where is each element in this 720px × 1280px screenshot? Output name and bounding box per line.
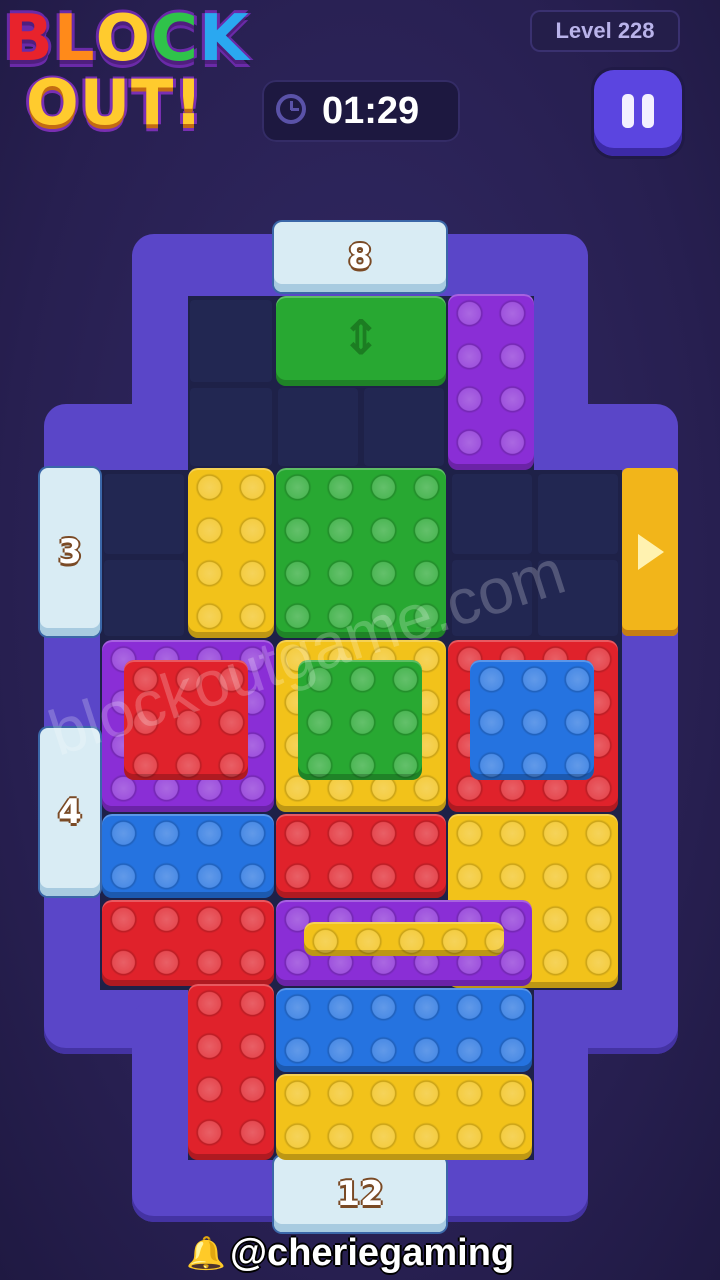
gate-bottom: 12: [274, 1156, 446, 1232]
purple-block[interactable]: [448, 294, 534, 470]
gate-count: 12: [336, 1174, 384, 1214]
blue-block[interactable]: [102, 814, 274, 898]
empty-cell: [364, 388, 444, 466]
gate-count: 4: [58, 792, 82, 832]
gate-count: 3: [58, 532, 82, 572]
yellow-block[interactable]: [188, 468, 274, 638]
empty-cell: [452, 474, 532, 554]
red-frame-block[interactable]: [448, 640, 618, 812]
gate-left-upper: 3: [40, 468, 100, 636]
bell-icon: 🔔: [186, 1234, 226, 1272]
blue-inner-block[interactable]: [470, 660, 594, 780]
credit-text: @cheriegaming: [230, 1232, 515, 1274]
empty-cell: [104, 474, 184, 554]
red-block[interactable]: [276, 814, 446, 898]
green-arrow-block[interactable]: ⇕: [276, 296, 446, 386]
empty-cell: [190, 300, 272, 382]
empty-cell: [104, 560, 184, 636]
yellow-inner-block[interactable]: [304, 922, 504, 956]
red-l-block[interactable]: [102, 900, 274, 986]
empty-cell: [278, 388, 358, 466]
red-l-block-stem[interactable]: [188, 984, 274, 1160]
gate-count: 8: [348, 237, 372, 277]
blue-long-block[interactable]: [276, 988, 532, 1072]
purple-frame-block[interactable]: [276, 900, 532, 986]
empty-cell: [190, 388, 272, 466]
up-down-arrow-icon: ⇕: [340, 310, 382, 366]
yellow-long-block[interactable]: [276, 1074, 532, 1160]
gate-top: 8: [274, 222, 446, 292]
